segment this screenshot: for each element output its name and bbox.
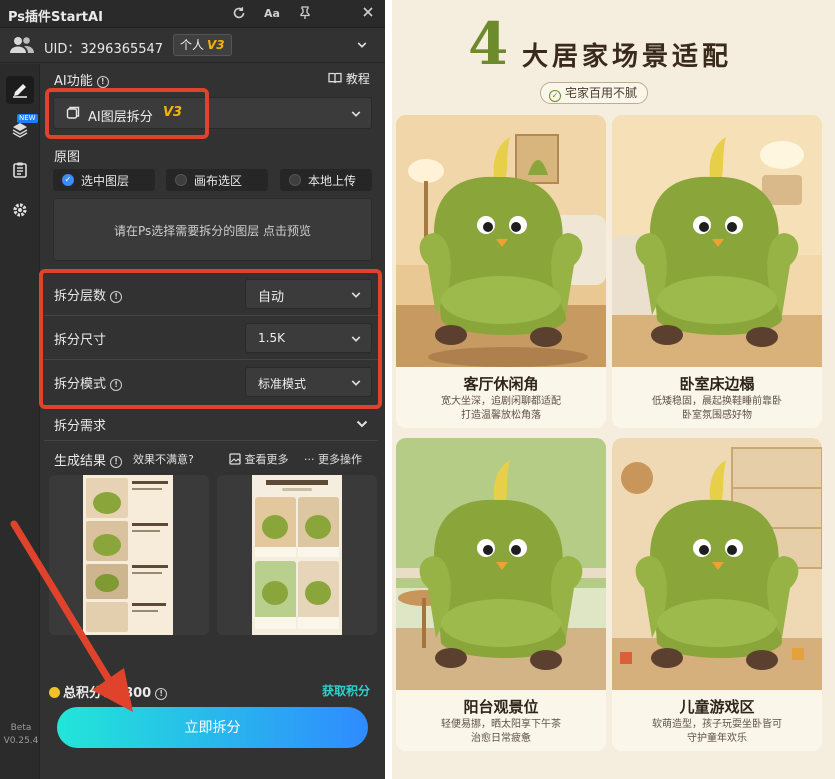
scene-photo — [396, 115, 606, 367]
scene-caption: 客厅休闲角 宽大坐深，追剧闲聊都适配 打造温馨放松角落 — [396, 367, 606, 428]
scene-caption: 儿童游戏区 软萌造型，孩子玩耍坐卧皆可 守护童年欢乐 — [612, 690, 822, 751]
scene-description: 轻便易挪，晒太阳享下午茶 — [441, 719, 561, 730]
info-icon[interactable]: ! — [155, 688, 168, 700]
get-points-link[interactable]: 获取积分 — [322, 682, 370, 699]
product-poster: 4 大居家场景适配 ✓ 宅家百用不腻 客厅休闲角 宽大坐深，追剧闲聊都适配 打造… — [392, 0, 835, 779]
info-icon[interactable]: ! — [96, 76, 109, 88]
not-satisfied-link[interactable]: 效果不满意? — [133, 451, 194, 467]
scene-caption: 阳台观景位 轻便易挪，晒太阳享下午茶 治愈日常疲惫 — [396, 690, 606, 751]
source-option-label: 画布选区 — [194, 174, 243, 188]
results-label-text: 生成结果 — [54, 454, 107, 469]
check-circle-icon: ✓ — [62, 174, 74, 186]
users-icon — [10, 35, 34, 58]
scene-title: 卧室床边榻 — [679, 375, 755, 393]
result-card[interactable] — [217, 475, 377, 635]
radio-icon — [175, 174, 187, 186]
source-option-selected-layer[interactable]: ✓ 选中图层 — [53, 169, 155, 191]
chevron-down-icon[interactable] — [356, 419, 368, 429]
highlight-box — [39, 269, 382, 409]
results-label: 生成结果! — [54, 450, 123, 469]
font-size-icon[interactable]: Aa — [262, 6, 282, 22]
divider — [44, 440, 378, 441]
plan-name: 个人 — [180, 38, 205, 52]
refresh-icon[interactable] — [231, 6, 247, 22]
app-title: Ps插件StartAI — [8, 10, 103, 25]
user-bar: UID：3296365547 个人 V3 — [0, 29, 385, 63]
tutorial-text: 教程 — [345, 72, 370, 86]
poster-headline: 大居家场景适配 — [522, 42, 733, 72]
scene-photo — [396, 438, 606, 690]
close-icon[interactable] — [360, 6, 376, 22]
scene-description: 打造温馨放松角落 — [461, 410, 541, 421]
source-preview-area[interactable]: 请在Ps选择需要拆分的图层 点击预览 — [53, 198, 372, 261]
new-badge: NEW — [17, 114, 38, 123]
clipboard-icon[interactable] — [6, 156, 34, 184]
scene-caption: 卧室床边榻 低矮稳固，晨起换鞋睡前靠卧 卧室氛围感好物 — [612, 367, 822, 428]
scene-description: 守护童年欢乐 — [687, 733, 747, 744]
plan-badge[interactable]: 个人 V3 — [173, 34, 232, 56]
scene-photo — [612, 115, 822, 367]
poster-tag: ✓ 宅家百用不腻 — [540, 82, 649, 104]
scene-description: 治愈日常疲惫 — [471, 733, 531, 744]
check-circle-icon: ✓ — [549, 90, 561, 102]
side-rail — [0, 64, 40, 779]
points-label: 总积分： — [63, 686, 116, 701]
scene-description: 软萌造型，孩子玩耍坐卧皆可 — [652, 719, 782, 730]
more-actions-text: 更多操作 — [318, 453, 362, 466]
result-thumbnail[interactable] — [83, 475, 173, 635]
source-option-local-upload[interactable]: 本地上传 — [280, 169, 372, 191]
pin-icon[interactable] — [297, 6, 313, 22]
scene-description: 宽大坐深，追剧闲聊都适配 — [441, 396, 561, 407]
plugin-panel: Ps插件StartAI Aa UID：3296365547 个人 V3 NEW … — [0, 0, 385, 779]
chevron-down-icon[interactable] — [357, 40, 367, 50]
source-option-canvas-selection[interactable]: 画布选区 — [166, 169, 268, 191]
result-thumbnail[interactable] — [252, 475, 342, 635]
version-number: V0.25.4 — [3, 736, 39, 746]
ai-function-text: AI功能 — [54, 74, 93, 89]
source-option-label: 选中图层 — [81, 174, 130, 188]
title-bar: Ps插件StartAI Aa — [0, 0, 385, 28]
chevron-down-icon — [351, 111, 361, 117]
version-channel: Beta — [10, 723, 32, 733]
gear-icon[interactable] — [6, 196, 34, 224]
scene-description: 卧室氛围感好物 — [682, 410, 752, 421]
ai-function-label: AI功能! — [54, 70, 109, 89]
user-id: UID：3296365547 — [44, 42, 164, 57]
split-now-button[interactable]: 立即拆分 — [57, 707, 368, 748]
version-info: Beta V0.25.4 — [2, 722, 40, 748]
scene-title: 客厅休闲角 — [463, 375, 539, 393]
highlight-box — [45, 88, 209, 139]
more-icon: ··· — [304, 453, 315, 466]
scene-description: 低矮稳固，晨起换鞋睡前靠卧 — [652, 396, 782, 407]
coin-icon — [49, 687, 60, 698]
info-icon[interactable]: ! — [110, 456, 123, 468]
more-actions-link[interactable]: ··· 更多操作 — [304, 451, 362, 467]
plan-version: V3 — [207, 38, 225, 52]
tutorial-link[interactable]: 教程 — [328, 70, 370, 87]
view-more-link[interactable]: 查看更多 — [229, 451, 289, 467]
requirement-label: 拆分需求 — [54, 419, 107, 434]
book-icon — [328, 72, 342, 84]
points-display: 总积分：9800! — [49, 682, 168, 701]
view-more-text: 查看更多 — [244, 453, 289, 466]
points-value: 9800 — [115, 686, 152, 701]
scene-title: 儿童游戏区 — [679, 698, 755, 716]
scene-tile: 客厅休闲角 宽大坐深，追剧闲聊都适配 打造温馨放松角落 — [396, 115, 606, 428]
image-icon — [229, 453, 241, 465]
source-label: 原图 — [54, 150, 81, 165]
poster-tag-text: 宅家百用不腻 — [565, 86, 638, 100]
source-option-label: 本地上传 — [308, 174, 357, 188]
poster-number: 4 — [468, 10, 509, 78]
result-card[interactable] — [49, 475, 209, 635]
preview-hint: 请在Ps选择需要拆分的图层 点击预览 — [113, 224, 312, 238]
scene-title: 阳台观景位 — [463, 698, 539, 716]
scene-photo — [612, 438, 822, 690]
radio-icon — [289, 174, 301, 186]
scene-tile: 阳台观景位 轻便易挪，晒太阳享下午茶 治愈日常疲惫 — [396, 438, 606, 751]
scene-tile: 儿童游戏区 软萌造型，孩子玩耍坐卧皆可 守护童年欢乐 — [612, 438, 822, 751]
edit-icon[interactable] — [6, 76, 34, 104]
scene-tile: 卧室床边榻 低矮稳固，晨起换鞋睡前靠卧 卧室氛围感好物 — [612, 115, 822, 428]
